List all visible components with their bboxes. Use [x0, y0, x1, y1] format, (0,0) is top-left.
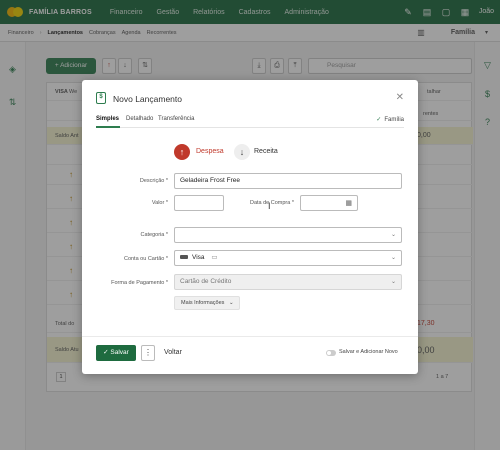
- conta-value: Visa: [192, 254, 205, 261]
- descricao-input[interactable]: Geladeira Frost Free: [174, 173, 402, 189]
- receipt-icon: $: [96, 92, 106, 104]
- active-tab-indicator: [96, 126, 120, 128]
- credit-card-icon: ▭: [211, 254, 218, 261]
- data-compra-label: Data de Compra *: [249, 200, 294, 206]
- valor-input[interactable]: [174, 195, 224, 211]
- modal-title: Novo Lançamento: [113, 94, 182, 104]
- data-compra-input[interactable]: ▦: [300, 195, 358, 211]
- save-button[interactable]: ✓ Salvar: [96, 345, 136, 361]
- modal-tabs: Simples Detalhado Transferência ✓ Família: [96, 114, 404, 128]
- descricao-label: Descrição *: [139, 178, 168, 184]
- text-cursor-icon: I: [268, 201, 271, 211]
- save-add-new-label[interactable]: Salvar e Adicionar Novo: [339, 349, 398, 355]
- valor-label: Valor *: [151, 200, 168, 206]
- conta-select[interactable]: Visa ▭ ⌄: [174, 250, 402, 266]
- check-icon: ✓: [376, 117, 382, 123]
- check-icon: ✓: [103, 349, 109, 356]
- save-add-new-toggle[interactable]: [326, 350, 336, 356]
- expense-label[interactable]: Despesa: [196, 148, 224, 155]
- tab-simples[interactable]: Simples: [96, 116, 119, 122]
- close-icon[interactable]: ✕: [396, 92, 404, 103]
- income-label[interactable]: Receita: [254, 148, 278, 155]
- forma-pagamento-select[interactable]: Cartão de Crédito ⌄: [174, 274, 402, 290]
- chevron-down-icon: ⌄: [390, 255, 396, 261]
- categoria-label: Categoria *: [140, 232, 168, 238]
- family-check[interactable]: ✓ Família: [376, 116, 404, 123]
- chevron-down-icon: ⌄: [228, 300, 234, 306]
- back-button[interactable]: Voltar: [164, 349, 182, 356]
- tab-transferencia[interactable]: Transferência: [158, 116, 194, 122]
- more-options-icon[interactable]: ⋮: [141, 345, 155, 361]
- forma-pagamento-label: Forma de Pagamento *: [111, 280, 168, 286]
- save-label: Salvar: [110, 349, 129, 356]
- categoria-select[interactable]: ⌄: [174, 227, 402, 243]
- family-check-label: Família: [384, 117, 404, 123]
- transaction-type: ↑ Despesa ↓ Receita: [174, 144, 294, 162]
- expense-arrow-up-icon[interactable]: ↑: [174, 144, 190, 160]
- tab-detalhado[interactable]: Detalhado: [126, 116, 153, 122]
- chevron-down-icon: ⌄: [390, 279, 396, 285]
- income-arrow-down-icon[interactable]: ↓: [234, 144, 250, 160]
- modal-header: $ Novo Lançamento ✕: [82, 80, 418, 112]
- more-info-label: Mais Informações: [181, 300, 225, 306]
- modal-footer: ✓ Salvar ⋮ Voltar Salvar e Adicionar Nov…: [82, 336, 418, 374]
- calendar-icon[interactable]: ▦: [345, 197, 352, 211]
- card-icon: [180, 255, 188, 260]
- chevron-down-icon: ⌄: [390, 232, 396, 238]
- conta-label: Conta ou Cartão *: [123, 256, 168, 262]
- forma-pagamento-value: Cartão de Crédito: [180, 278, 232, 285]
- more-info-button[interactable]: Mais Informações ⌄: [174, 296, 240, 310]
- new-transaction-modal: $ Novo Lançamento ✕ Simples Detalhado Tr…: [82, 80, 418, 374]
